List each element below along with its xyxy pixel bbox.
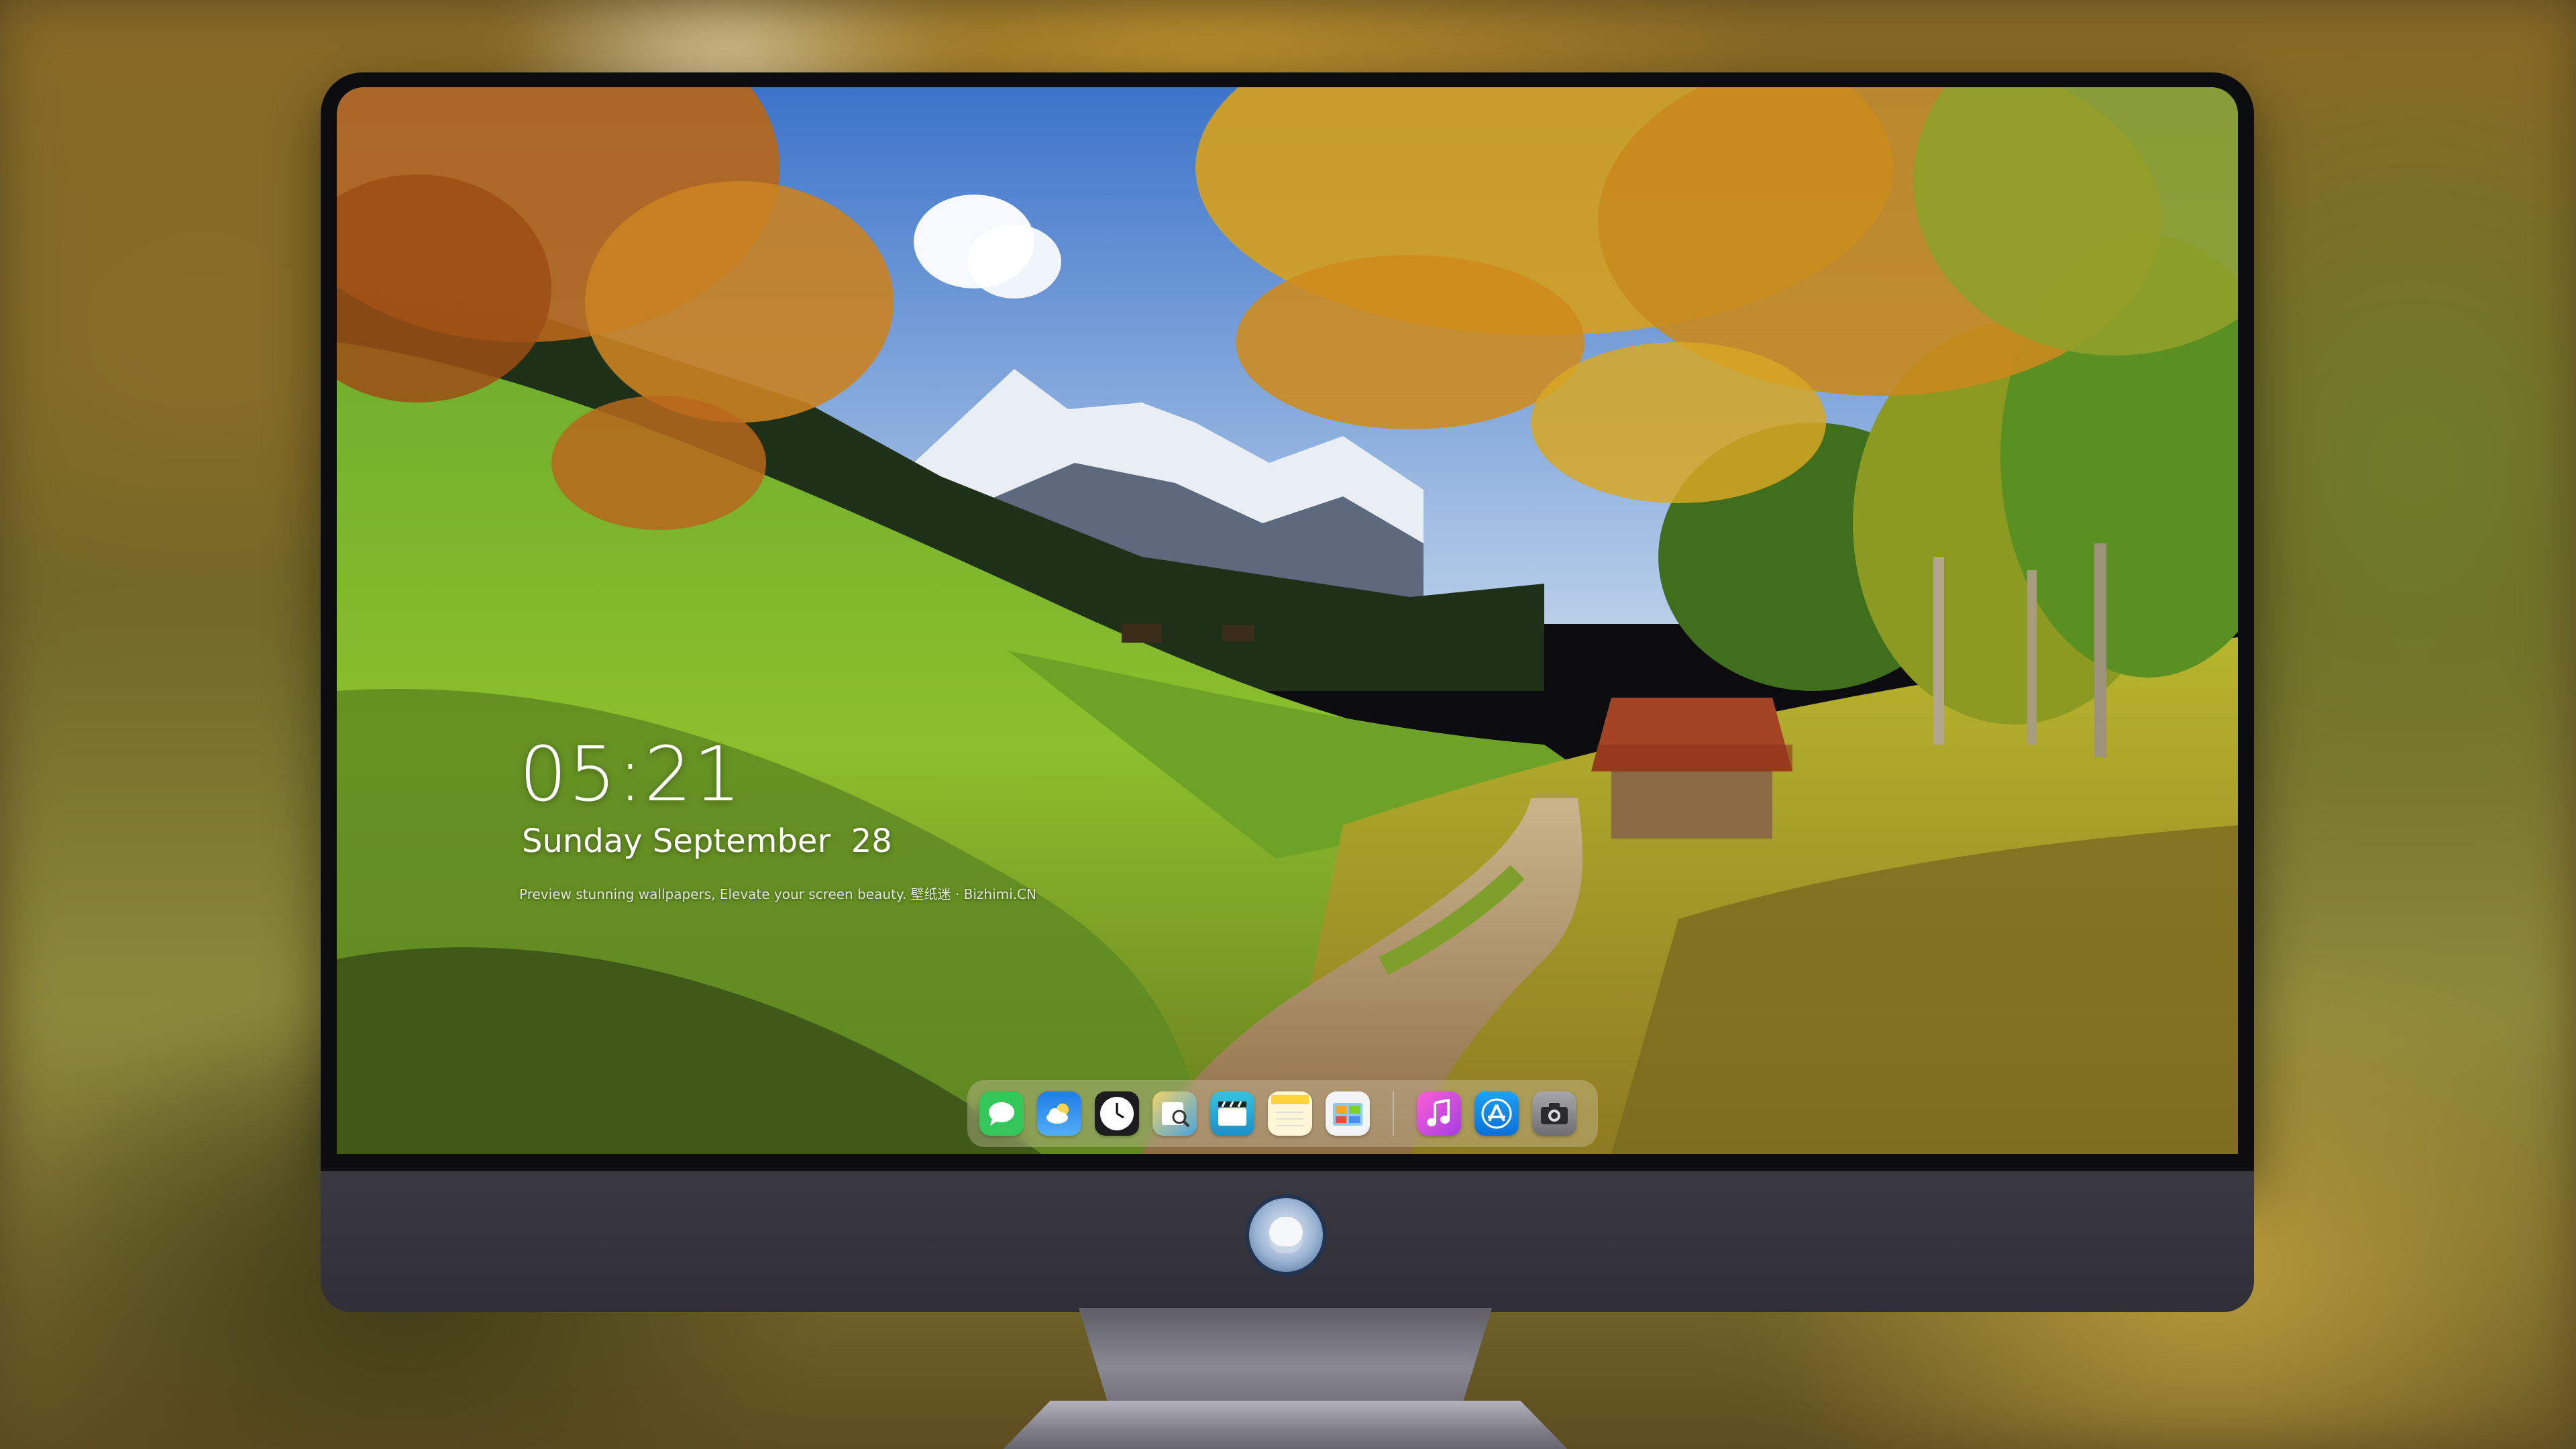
wallpaper-caption: Preview stunning wallpapers, Elevate you… [519, 886, 1036, 902]
camera-icon[interactable] [1532, 1091, 1576, 1136]
monitor-stand-neck [1079, 1308, 1492, 1415]
notes-icon[interactable] [1268, 1091, 1312, 1136]
video-editor-icon[interactable] [1210, 1091, 1254, 1136]
brand-logo-icon [1249, 1198, 1323, 1272]
monitor-stand-base [991, 1401, 1579, 1449]
clock-icon[interactable] [1095, 1091, 1139, 1136]
lock-screen-date: Sunday September 28 [522, 822, 892, 860]
lock-screen-time: 05:21 [519, 731, 743, 818]
wallpaper [337, 87, 2238, 1154]
desktop-screen: 05:21 Sunday September 28 Preview stunni… [337, 87, 2238, 1154]
messages-icon[interactable] [979, 1091, 1024, 1136]
weather-icon[interactable] [1037, 1091, 1081, 1136]
photo-gallery-icon[interactable] [1326, 1091, 1370, 1136]
preview-icon[interactable] [1152, 1091, 1197, 1136]
dock-separator [1393, 1091, 1394, 1136]
dock [967, 1080, 1598, 1147]
music-icon[interactable] [1417, 1091, 1461, 1136]
app-store-icon[interactable] [1474, 1091, 1519, 1136]
